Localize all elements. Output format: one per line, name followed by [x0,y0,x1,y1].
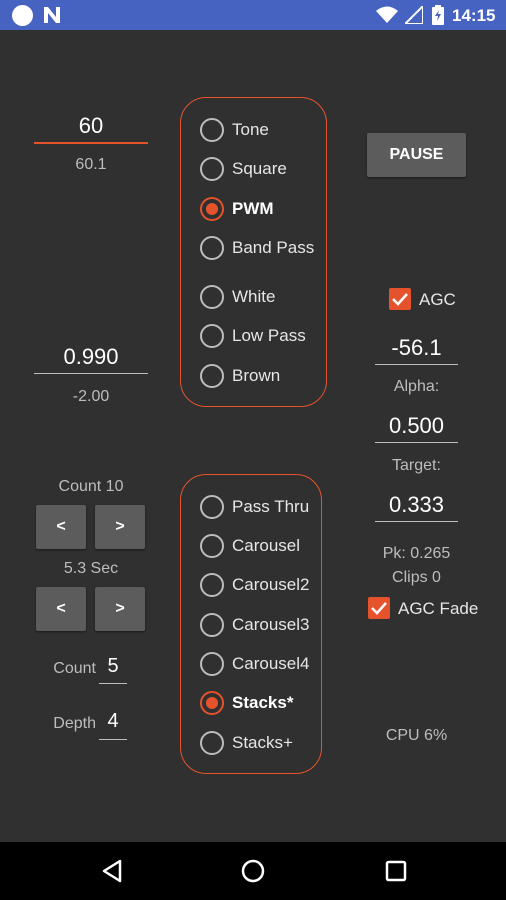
agc-value-underline [375,364,458,365]
alpha-underline [375,442,458,443]
radio-label: Carousel [232,536,301,555]
checkmark-icon [392,293,408,306]
agc-label: AGC [419,290,456,309]
count-increase-button[interactable]: > [95,505,145,549]
waveform-option-low-pass[interactable]: Low Pass [200,323,306,349]
status-time: 14:15 [452,6,496,25]
radio-label: Brown [232,366,281,385]
radio-label: Stacks+ [232,733,293,752]
target-underline [375,521,458,522]
radio-label: Low Pass [232,326,306,345]
radio-button[interactable] [200,285,224,309]
frequency-underline [34,142,148,144]
alpha-value[interactable]: 0.500 [375,413,458,439]
count-label: Count 10 [58,478,124,495]
agc-value-field[interactable]: -56.1 [375,335,458,361]
radio-button[interactable] [200,236,224,260]
radio-label: Carousel4 [232,654,310,673]
target-label: Target: [392,457,441,474]
mode-option-carousel3[interactable]: Carousel3 [200,612,310,638]
radio-button[interactable] [200,495,224,519]
target-value[interactable]: 0.333 [375,492,458,518]
recents-icon[interactable] [385,859,407,883]
waveform-option-brown[interactable]: Brown [200,363,280,389]
seconds-increase-button[interactable]: > [95,587,145,631]
frequency-value[interactable]: 60 [34,113,148,139]
agc-checkbox[interactable] [389,288,411,310]
radio-label: PWM [232,199,274,218]
agc-fade-checkbox[interactable] [368,597,390,619]
waveform-option-tone[interactable]: Tone [200,117,269,143]
checkmark-icon [371,602,387,615]
radio-button[interactable] [200,118,224,142]
frequency-field[interactable]: 60 [34,113,148,139]
wifi-icon [376,6,398,23]
status-bar: 14:15 [0,0,506,30]
count-field-label: Count [53,660,96,677]
navigation-bar [0,842,506,900]
count-field-underline [99,683,127,684]
target-field[interactable]: 0.333 [375,492,458,518]
waveform-option-white[interactable]: White [200,284,275,310]
mode-option-carousel2[interactable]: Carousel2 [200,572,310,598]
depth-field[interactable]: 4 [99,710,127,733]
radio-label: Carousel2 [232,575,310,594]
radio-label: Carousel3 [232,615,310,634]
mode-option-stacks-plus[interactable]: Stacks+ [200,730,293,756]
radio-button[interactable] [200,534,224,558]
mode-option-pass-thru[interactable]: Pass Thru [200,494,309,520]
level-underline [34,373,148,374]
level-value[interactable]: 0.990 [34,344,148,370]
level-field[interactable]: 0.990 [34,344,148,370]
alpha-label: Alpha: [393,378,440,395]
battery-icon [432,5,444,25]
back-icon[interactable] [101,859,123,883]
radio-button-selected[interactable] [200,197,224,221]
notification-circle-icon [12,5,33,26]
seconds-label: 5.3 Sec [63,560,119,577]
depth-field-value[interactable]: 4 [99,710,127,733]
radio-label: Stacks* [232,693,294,712]
cpu-label: CPU 6% [385,727,448,744]
radio-label: Square [232,159,287,178]
depth-field-label: Depth [53,715,96,732]
radio-label: Tone [232,120,269,139]
radio-button[interactable] [200,364,224,388]
radio-label: Pass Thru [232,497,310,516]
radio-button[interactable] [200,324,224,348]
count-field-value[interactable]: 5 [99,655,127,678]
level-sub-value: -2.00 [72,388,110,405]
signal-icon [405,6,423,24]
depth-field-underline [99,739,127,740]
radio-button[interactable] [200,573,224,597]
alpha-field[interactable]: 0.500 [375,413,458,439]
waveform-option-pwm[interactable]: PWM [200,196,274,222]
mode-option-stacks-star[interactable]: Stacks* [200,690,293,716]
seconds-decrease-button[interactable]: < [36,587,86,631]
clips-label: Clips 0 [392,569,441,586]
radio-button[interactable] [200,652,224,676]
mode-option-carousel4[interactable]: Carousel4 [200,651,310,677]
radio-button-selected[interactable] [200,691,224,715]
radio-label: Band Pass [232,238,315,257]
peak-label: Pk: 0.265 [382,545,451,562]
waveform-option-band-pass[interactable]: Band Pass [200,235,314,261]
waveform-option-square[interactable]: Square [200,156,287,182]
frequency-sub-value: 60.1 [75,156,107,173]
home-icon[interactable] [241,859,265,883]
radio-button[interactable] [200,731,224,755]
count-decrease-button[interactable]: < [36,505,86,549]
count-field[interactable]: 5 [99,655,127,678]
agc-fade-label: AGC Fade [398,599,479,618]
radio-button[interactable] [200,157,224,181]
mode-option-carousel[interactable]: Carousel [200,533,300,559]
agc-value[interactable]: -56.1 [375,335,458,361]
n-app-icon [44,7,60,23]
pause-button[interactable]: PAUSE [367,133,466,177]
radio-label: White [232,287,276,306]
radio-button[interactable] [200,613,224,637]
